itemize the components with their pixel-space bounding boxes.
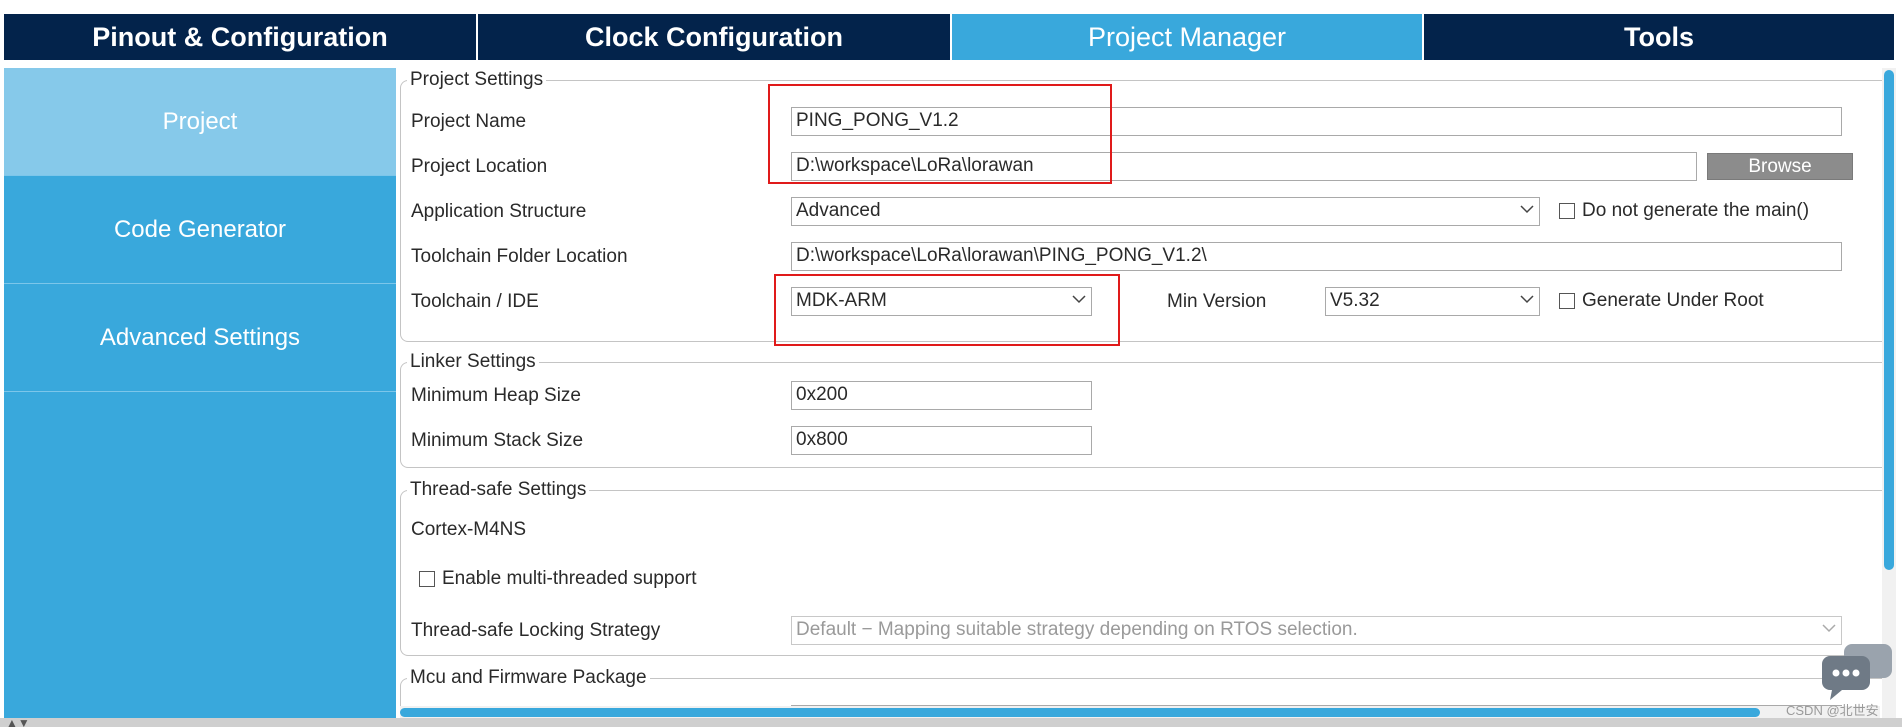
min-version-value: V5.32 (1330, 290, 1380, 311)
stack-size-label: Minimum Stack Size (411, 430, 583, 452)
csdn-watermark: CSDN @北世安 (1786, 700, 1879, 719)
vertical-scroll-thumb[interactable] (1884, 70, 1894, 570)
locking-strategy-select: Default − Mapping suitable strategy depe… (791, 616, 1842, 645)
thread-safe-settings-group: Thread-safe Settings Cortex-M4NS Enable … (400, 490, 1882, 656)
toolchain-ide-select[interactable]: MDK-ARM (791, 287, 1092, 316)
tab-pinout-configuration[interactable]: Pinout & Configuration (4, 14, 476, 60)
generate-under-root-checkbox[interactable]: Generate Under Root (1559, 290, 1764, 312)
generate-under-root-label: Generate Under Root (1582, 290, 1764, 312)
core-label: Cortex-M4NS (411, 519, 526, 541)
browse-button[interactable]: Browse (1707, 153, 1853, 180)
no-main-label: Do not generate the main() (1582, 200, 1809, 222)
settings-panel: Project Settings Project Name PING_PONG_… (396, 68, 1882, 720)
toolchain-ide-value: MDK-ARM (796, 290, 887, 311)
app-structure-select[interactable]: Advanced (791, 197, 1540, 226)
no-main-checkbox[interactable]: Do not generate the main() (1559, 200, 1809, 222)
project-location-input[interactable]: D:\workspace\LoRa\lorawan (791, 152, 1697, 181)
linker-settings-group: Linker Settings Minimum Heap Size 0x200 … (400, 362, 1882, 468)
vertical-scrollbar[interactable] (1882, 68, 1896, 720)
chevron-down-icon (1519, 291, 1533, 305)
project-settings-title: Project Settings (407, 69, 546, 91)
linker-settings-title: Linker Settings (407, 351, 539, 373)
toolchain-folder-input[interactable]: D:\workspace\LoRa\lorawan\PING_PONG_V1.2… (791, 242, 1842, 271)
min-version-label: Min Version (1167, 291, 1266, 313)
project-name-input[interactable]: PING_PONG_V1.2 (791, 107, 1842, 136)
project-name-label: Project Name (411, 111, 526, 133)
toolchain-ide-label: Toolchain / IDE (411, 291, 539, 313)
sidebar: Project Code Generator Advanced Settings (4, 68, 396, 720)
horizontal-scroll-thumb[interactable] (400, 708, 1760, 717)
thread-safe-settings-title: Thread-safe Settings (407, 479, 589, 501)
tab-tools[interactable]: Tools (1424, 14, 1894, 60)
sidebar-item-advanced-settings[interactable]: Advanced Settings (4, 284, 396, 392)
checkbox-icon (419, 571, 435, 587)
chevron-down-icon (1821, 620, 1835, 634)
heap-size-input[interactable]: 0x200 (791, 381, 1092, 410)
multithread-checkbox[interactable]: Enable multi-threaded support (419, 568, 697, 590)
project-settings-group: Project Settings Project Name PING_PONG_… (400, 80, 1882, 342)
tab-clock-configuration[interactable]: Clock Configuration (478, 14, 950, 60)
mcu-firmware-package-title: Mcu and Firmware Package (407, 667, 650, 689)
chat-bubble-icon (1820, 642, 1894, 702)
heap-size-label: Minimum Heap Size (411, 385, 581, 407)
bottom-status-bar (0, 718, 1902, 727)
sidebar-item-project[interactable]: Project (4, 68, 396, 176)
stack-size-input[interactable]: 0x800 (791, 426, 1092, 455)
min-version-select[interactable]: V5.32 (1325, 287, 1540, 316)
chevron-down-icon (1519, 201, 1533, 215)
app-structure-value: Advanced (796, 200, 881, 221)
sidebar-item-code-generator[interactable]: Code Generator (4, 176, 396, 284)
toolchain-folder-label: Toolchain Folder Location (411, 246, 628, 268)
checkbox-icon (1559, 293, 1575, 309)
locking-strategy-label: Thread-safe Locking Strategy (411, 620, 660, 642)
checkbox-icon (1559, 203, 1575, 219)
multithread-label: Enable multi-threaded support (442, 568, 697, 590)
tab-project-manager[interactable]: Project Manager (952, 14, 1422, 60)
collapse-arrows-icon[interactable]: ▲▼ (6, 716, 30, 727)
locking-strategy-value: Default − Mapping suitable strategy depe… (796, 619, 1358, 640)
project-location-label: Project Location (411, 156, 547, 178)
chevron-down-icon (1071, 291, 1085, 305)
horizontal-scrollbar[interactable] (400, 706, 1880, 718)
app-structure-label: Application Structure (411, 201, 586, 223)
